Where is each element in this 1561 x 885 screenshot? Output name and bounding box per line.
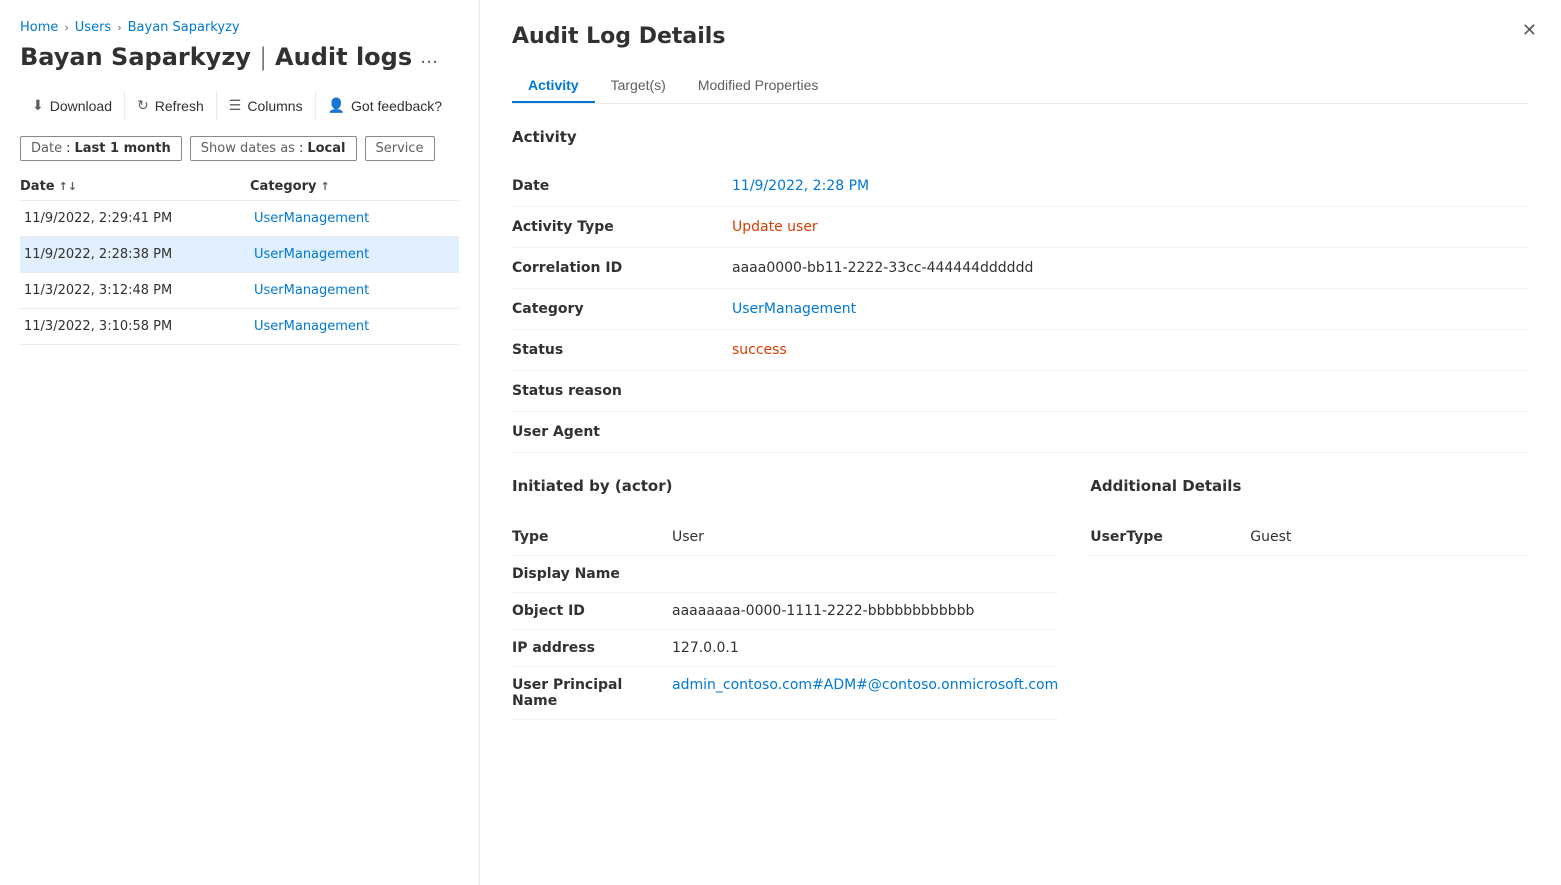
tab-modified-properties[interactable]: Modified Properties: [682, 69, 835, 103]
category-value: UserManagement: [732, 289, 1529, 330]
table-row[interactable]: 11/3/2022, 3:12:48 PM UserManagement: [20, 273, 459, 309]
columns-label: Columns: [247, 98, 302, 114]
page-title-separator: |: [259, 43, 267, 71]
show-dates-label: Show dates as: [201, 141, 295, 156]
download-button[interactable]: ⬇ Download: [20, 91, 125, 120]
show-dates-value: Local: [307, 141, 345, 156]
col-category-label: Category: [250, 179, 316, 194]
show-dates-filter-chip[interactable]: Show dates as : Local: [190, 136, 357, 161]
row-4-date: 11/3/2022, 3:10:58 PM: [20, 319, 250, 334]
display-name-value: [672, 556, 1058, 593]
activity-section-title: Activity: [512, 128, 1529, 146]
initiated-by-grid: Type User Display Name Object ID aaaaaaa…: [512, 519, 1058, 720]
left-panel: Home › Users › Bayan Saparkyzy Bayan Sap…: [0, 0, 480, 885]
row-3-date: 11/3/2022, 3:12:48 PM: [20, 283, 250, 298]
user-type-value: Guest: [1250, 519, 1529, 556]
status-reason-value: [732, 371, 1529, 412]
row-1-category: UserManagement: [250, 211, 459, 226]
col-date-label: Date: [20, 179, 55, 194]
page-title: Bayan Saparkyzy | Audit logs …: [20, 43, 479, 71]
user-agent-value: [732, 412, 1529, 453]
status-value: success: [732, 330, 1529, 371]
sort-icon-date: ↑↓: [59, 180, 77, 193]
additional-details-title: Additional Details: [1090, 477, 1529, 503]
date-field-label: Date: [512, 166, 732, 207]
feedback-icon: 👤: [328, 97, 345, 114]
object-id-value: aaaaaaaa-0000-1111-2222-bbbbbbbbbbbb: [672, 593, 1058, 630]
additional-details-section: Additional Details UserType Guest: [1090, 477, 1529, 720]
user-type-label: UserType: [1090, 519, 1250, 556]
refresh-label: Refresh: [155, 98, 204, 114]
show-dates-colon: :: [299, 141, 303, 156]
columns-icon: ☰: [229, 97, 242, 114]
breadcrumb-users[interactable]: Users: [75, 20, 111, 35]
upn-label: User Principal Name: [512, 667, 672, 720]
correlation-id-label: Correlation ID: [512, 248, 732, 289]
status-reason-label: Status reason: [512, 371, 732, 412]
display-name-label: Display Name: [512, 556, 672, 593]
row-2-category: UserManagement: [250, 247, 459, 262]
ip-address-value: 127.0.0.1: [672, 630, 1058, 667]
sort-icon-category: ↑: [320, 180, 329, 193]
page-title-section: Audit logs: [275, 43, 412, 71]
date-filter-value: Last 1 month: [74, 141, 170, 156]
correlation-id-value: aaaa0000-bb11-2222-33cc-444444dddddd: [732, 248, 1529, 289]
page-title-name: Bayan Saparkyzy: [20, 43, 251, 71]
tab-targets[interactable]: Target(s): [595, 69, 682, 103]
table-row[interactable]: 11/9/2022, 2:29:41 PM UserManagement: [20, 201, 459, 237]
two-column-section: Initiated by (actor) Type User Display N…: [512, 477, 1529, 720]
detail-header: Audit Log Details ✕: [512, 24, 1529, 49]
type-label: Type: [512, 519, 672, 556]
breadcrumb-home[interactable]: Home: [20, 20, 58, 35]
object-id-label: Object ID: [512, 593, 672, 630]
date-filter-chip[interactable]: Date : Last 1 month: [20, 136, 182, 161]
tab-bar: Activity Target(s) Modified Properties: [512, 69, 1529, 104]
page-title-ellipsis: …: [420, 47, 438, 68]
status-label: Status: [512, 330, 732, 371]
category-label: Category: [512, 289, 732, 330]
download-icon: ⬇: [32, 97, 44, 114]
col-header-category[interactable]: Category ↑: [250, 179, 459, 194]
breadcrumb-user-name[interactable]: Bayan Saparkyzy: [128, 20, 240, 35]
row-1-date: 11/9/2022, 2:29:41 PM: [20, 211, 250, 226]
feedback-label: Got feedback?: [351, 98, 442, 114]
row-4-category: UserManagement: [250, 319, 459, 334]
detail-pane: Audit Log Details ✕ Activity Target(s) M…: [480, 0, 1561, 885]
toolbar: ⬇ Download ↻ Refresh ☰ Columns 👤 Got fee…: [20, 91, 479, 120]
service-filter-label: Service: [376, 141, 424, 156]
row-3-category: UserManagement: [250, 283, 459, 298]
user-agent-label: User Agent: [512, 412, 732, 453]
date-field-value: 11/9/2022, 2:28 PM: [732, 166, 1529, 207]
date-filter-colon: :: [66, 141, 70, 156]
table-row[interactable]: 11/3/2022, 3:10:58 PM UserManagement: [20, 309, 459, 345]
initiated-by-section: Initiated by (actor) Type User Display N…: [512, 477, 1058, 720]
breadcrumb: Home › Users › Bayan Saparkyzy: [20, 20, 479, 35]
initiated-by-title: Initiated by (actor): [512, 477, 1058, 503]
detail-grid: Date 11/9/2022, 2:28 PM Activity Type Up…: [512, 166, 1529, 453]
detail-pane-title: Audit Log Details: [512, 24, 725, 49]
refresh-icon: ↻: [137, 97, 149, 114]
download-label: Download: [50, 98, 112, 114]
close-button[interactable]: ✕: [1514, 16, 1545, 45]
additional-details-grid: UserType Guest: [1090, 519, 1529, 556]
filter-bar: Date : Last 1 month Show dates as : Loca…: [20, 136, 479, 161]
service-filter-chip[interactable]: Service: [365, 136, 435, 161]
breadcrumb-chevron-1: ›: [64, 21, 68, 34]
row-2-date: 11/9/2022, 2:28:38 PM: [20, 247, 250, 262]
upn-value[interactable]: admin_contoso.com#ADM#@contoso.onmicroso…: [672, 667, 1058, 720]
table-row[interactable]: 11/9/2022, 2:28:38 PM UserManagement: [20, 237, 459, 273]
tab-activity[interactable]: Activity: [512, 69, 595, 103]
date-filter-label: Date: [31, 141, 62, 156]
activity-type-label: Activity Type: [512, 207, 732, 248]
col-header-date[interactable]: Date ↑↓: [20, 179, 250, 194]
columns-button[interactable]: ☰ Columns: [217, 91, 316, 120]
breadcrumb-chevron-2: ›: [117, 21, 121, 34]
table-header: Date ↑↓ Category ↑: [20, 173, 459, 201]
ip-address-label: IP address: [512, 630, 672, 667]
activity-type-value: Update user: [732, 207, 1529, 248]
table-body: 11/9/2022, 2:29:41 PM UserManagement 11/…: [20, 201, 479, 345]
refresh-button[interactable]: ↻ Refresh: [125, 91, 217, 120]
feedback-button[interactable]: 👤 Got feedback?: [316, 91, 455, 120]
type-value: User: [672, 519, 1058, 556]
